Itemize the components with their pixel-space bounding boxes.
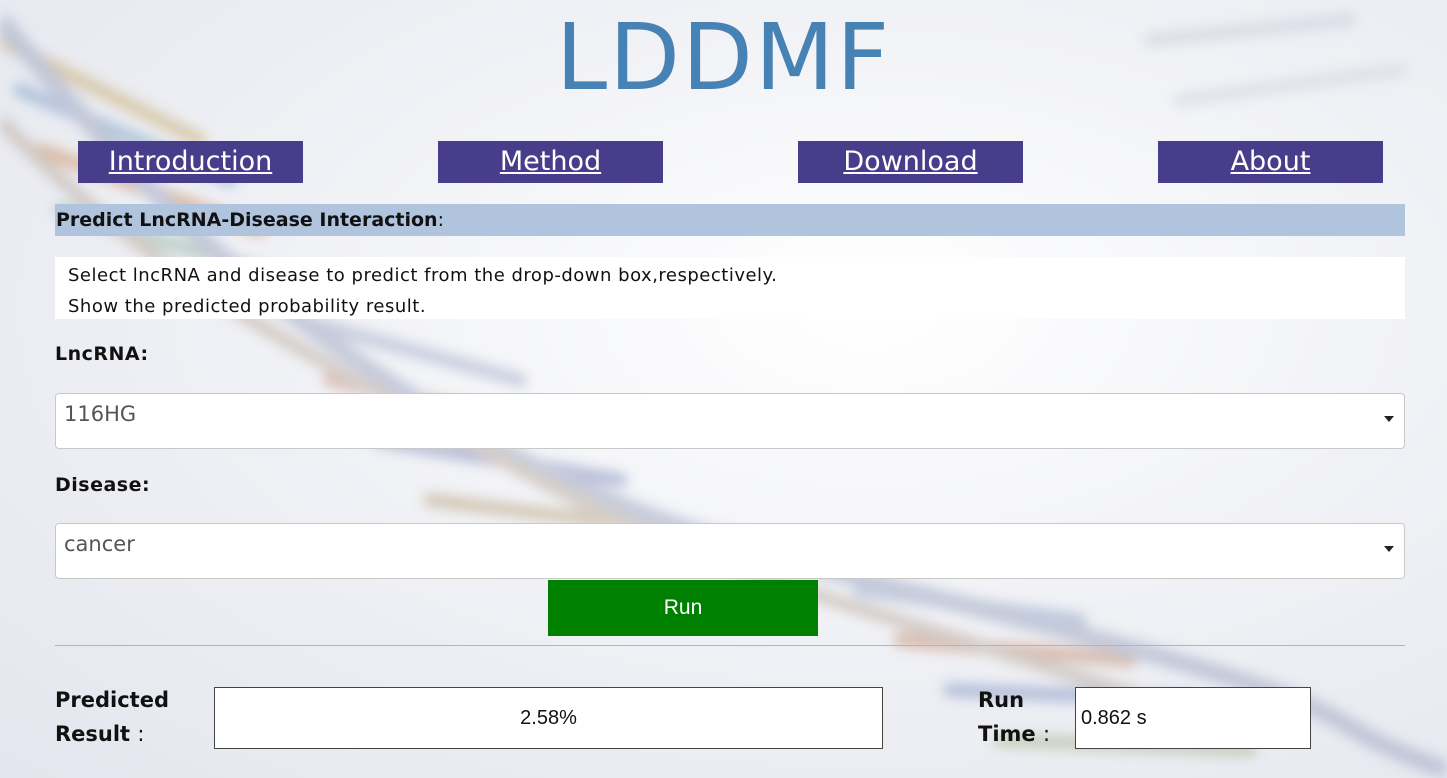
predicted-result-label: Predicted Result : xyxy=(55,683,169,751)
site-logo-title: LDDMF xyxy=(555,4,892,111)
description-line: Show the predicted probability result. xyxy=(68,296,427,317)
run-time-label: Run Time : xyxy=(978,683,1050,751)
predicted-label-line1: Predicted xyxy=(55,688,169,712)
runtime-label-line2: Time xyxy=(978,722,1036,746)
predict-description: Select lncRNA and disease to predict fro… xyxy=(55,257,1405,319)
nav-introduction[interactable]: Introduction xyxy=(78,141,303,183)
nav-about[interactable]: About xyxy=(1158,141,1383,183)
caret-down-icon xyxy=(1384,416,1394,422)
section-divider xyxy=(55,645,1405,646)
nav-method[interactable]: Method xyxy=(438,141,663,183)
runtime-label-line1: Run xyxy=(978,688,1025,712)
predict-section-colon: : xyxy=(437,209,444,231)
caret-down-icon xyxy=(1384,546,1394,552)
lncrna-selected-value: 116HG xyxy=(64,402,137,426)
disease-label: Disease: xyxy=(55,474,151,496)
run-button[interactable]: Run xyxy=(548,580,818,636)
disease-selected-value: cancer xyxy=(64,532,135,556)
nav-download[interactable]: Download xyxy=(798,141,1023,183)
runtime-label-colon: : xyxy=(1042,722,1051,746)
disease-select[interactable]: cancer xyxy=(55,523,1405,579)
lncrna-label: LncRNA: xyxy=(55,343,149,365)
run-time-field[interactable]: 0.862 s xyxy=(1075,687,1311,749)
predict-section-title: Predict LncRNA-Disease Interaction xyxy=(56,209,438,231)
lncrna-select[interactable]: 116HG xyxy=(55,393,1405,449)
predicted-label-line2: Result xyxy=(55,722,131,746)
predicted-label-colon: : xyxy=(137,722,145,746)
page-content: LDDMF Introduction Method Download About… xyxy=(0,0,1447,778)
description-line: Select lncRNA and disease to predict fro… xyxy=(68,265,778,286)
predicted-result-field[interactable]: 2.58% xyxy=(214,687,883,749)
predict-section-header: Predict LncRNA-Disease Interaction: xyxy=(55,204,1405,236)
